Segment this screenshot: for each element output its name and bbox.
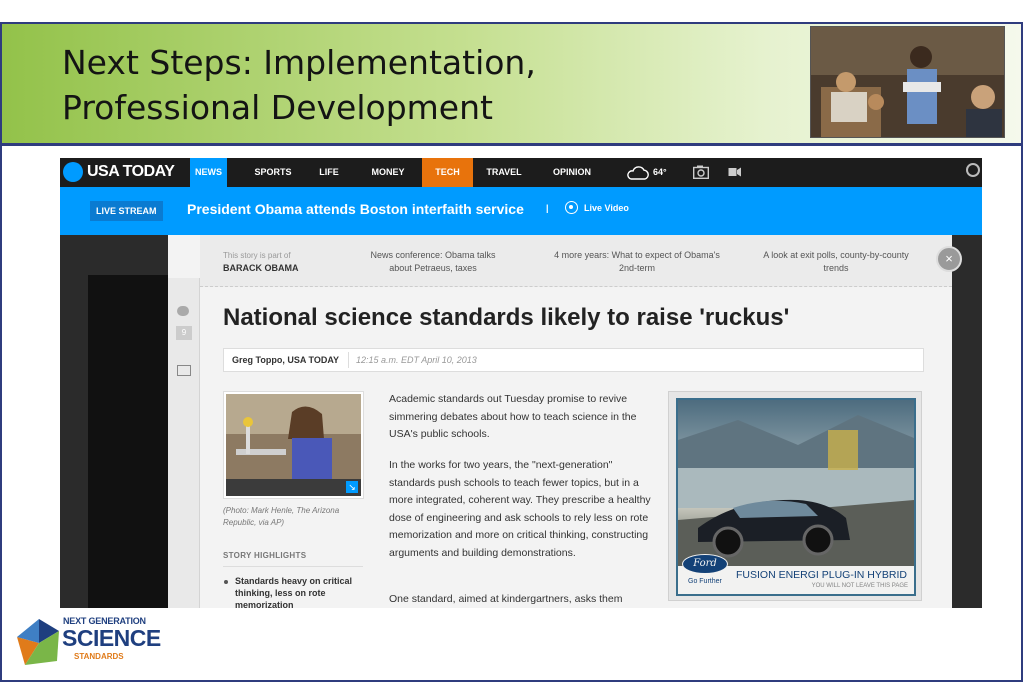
share-icon[interactable] [177, 365, 191, 376]
ngss-logo-bottom-text: STANDARDS [74, 652, 124, 661]
related-story-link-3[interactable]: A look at exit polls, county-by-county t… [760, 249, 912, 275]
nav-item-news[interactable]: NEWS [190, 158, 227, 187]
slide-title-line-1: Next Steps: Implementation, [62, 43, 536, 82]
slide-border [0, 22, 1023, 24]
related-story-link-2[interactable]: 4 more years: What to expect of Obama's … [552, 249, 722, 275]
nav-item-tech[interactable]: TECH [422, 158, 473, 187]
ford-ad[interactable]: Ford Go Further FUSION ENERGI PLUG-IN HY… [676, 398, 916, 596]
photo-caption: (Photo: Mark Henle, The Arizona Republic… [223, 506, 340, 527]
video-icon[interactable] [728, 166, 742, 178]
comment-icon[interactable] [177, 306, 189, 316]
article-paragraph-3: One standard, aimed at kindergartners, a… [389, 593, 623, 605]
breaking-separator: | [546, 203, 549, 213]
slide-title-line-2: Professional Development [62, 88, 493, 127]
byline-divider [348, 352, 349, 368]
comment-count[interactable]: 9 [176, 326, 192, 340]
article-paragraph-2: In the works for two years, the "next-ge… [389, 459, 651, 559]
camera-icon[interactable] [693, 165, 709, 179]
breaking-headline[interactable]: President Obama attends Boston interfait… [187, 201, 524, 217]
article-headline: National science standards likely to rai… [223, 304, 790, 331]
story-part-label: This story is part of [223, 251, 291, 260]
close-article-button[interactable]: × [936, 246, 962, 272]
nav-item-money[interactable]: MONEY [363, 158, 413, 187]
ngss-logo: NEXT GENERATION SCIENCE STANDARDS [15, 613, 175, 671]
related-story-link-1[interactable]: News conference: Obama talks about Petra… [358, 249, 508, 275]
byline-date: 12:15 a.m. EDT April 10, 2013 [356, 355, 477, 365]
nav-item-travel[interactable]: TRAVEL [479, 158, 529, 187]
article-paragraph-1: Academic standards out Tuesday promise t… [389, 393, 637, 440]
usatoday-logo[interactable]: USA TODAY [87, 163, 175, 181]
highlights-divider [223, 566, 363, 567]
classroom-photo [810, 26, 1005, 138]
live-video-icon[interactable] [565, 201, 578, 214]
nav-item-opinion[interactable]: OPINION [545, 158, 599, 187]
usatoday-logo-icon[interactable] [63, 162, 83, 182]
ford-logo[interactable]: Ford [682, 554, 728, 574]
story-topic-link[interactable]: BARACK OBAMA [223, 263, 299, 273]
search-icon[interactable] [966, 163, 980, 177]
nav-item-sports[interactable]: SPORTS [248, 158, 298, 187]
live-video-link[interactable]: Live Video [584, 203, 629, 213]
article-photo[interactable]: ↘ [223, 391, 364, 499]
story-topic-bar: This story is part of BARACK OBAMA News … [200, 235, 952, 287]
weather-temperature[interactable]: 64° [653, 158, 667, 187]
expand-photo-icon[interactable]: ↘ [346, 481, 358, 493]
ad-footer: Ford Go Further FUSION ENERGI PLUG-IN HY… [678, 554, 914, 594]
live-stream-badge[interactable]: LIVE STREAM [90, 201, 163, 221]
byline-box: Greg Toppo, USA TODAY 12:15 a.m. EDT Apr… [223, 348, 924, 372]
article-photo-image[interactable]: ↘ [226, 394, 361, 496]
nav-item-life[interactable]: LIFE [311, 158, 347, 187]
slide-title: Next Steps: Implementation, Professional… [62, 40, 762, 130]
slide-border [0, 22, 2, 682]
ngss-logo-mark [17, 619, 59, 665]
breaking-news-bar: LIVE STREAM President Obama attends Bost… [60, 187, 982, 235]
cloud-icon[interactable] [626, 166, 650, 180]
dark-background-panel [88, 275, 168, 608]
highlight-item: Standards heavy on critical thinking, le… [235, 576, 353, 608]
ad-subtext: YOU WILL NOT LEAVE THIS PAGE [811, 583, 908, 589]
story-highlights-title: STORY HIGHLIGHTS [223, 551, 307, 560]
title-rule [2, 143, 1021, 146]
byline-author[interactable]: Greg Toppo, USA TODAY [232, 355, 339, 365]
classroom-photo-illustration [811, 27, 1004, 137]
usatoday-screenshot: USA TODAY NEWS SPORTS LIFE MONEY TECH TR… [60, 158, 982, 608]
ngss-logo-main-text: SCIENCE [62, 625, 161, 651]
ford-tagline: Go Further [688, 578, 722, 585]
ad-headline[interactable]: FUSION ENERGI PLUG-IN HYBRID [736, 569, 907, 581]
lab-photo-illustration [226, 394, 361, 496]
highlight-bullet-icon [224, 580, 228, 584]
usatoday-nav-bar: USA TODAY NEWS SPORTS LIFE MONEY TECH TR… [60, 158, 982, 187]
